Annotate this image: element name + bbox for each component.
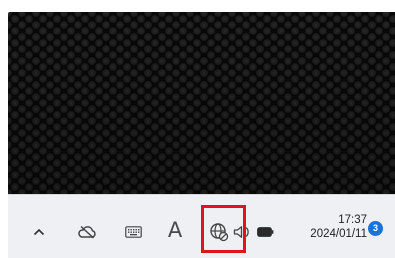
battery-icon: [257, 227, 274, 237]
clock-date: 2024/01/11: [310, 228, 367, 240]
chevron-up-icon: [33, 228, 45, 236]
taskbar: A 17:37 2024/01/11 3: [8, 194, 395, 258]
volume-button[interactable]: [232, 223, 252, 241]
clock-button[interactable]: 17:37 2024/01/11: [285, 213, 367, 241]
touch-keyboard-button[interactable]: [122, 223, 144, 241]
clock-time: 17:37: [338, 214, 367, 226]
battery-button[interactable]: [257, 225, 274, 239]
globe-no-connection-icon: [210, 223, 229, 242]
desktop-wallpaper: [8, 12, 395, 194]
onedrive-cloud-icon: [78, 225, 96, 239]
keyboard-icon: [124, 226, 142, 238]
network-button[interactable]: [207, 221, 231, 243]
notification-badge[interactable]: 3: [368, 221, 383, 236]
onedrive-button[interactable]: [75, 223, 99, 241]
ime-mode-indicator[interactable]: A: [166, 217, 184, 243]
show-hidden-icons-button[interactable]: [30, 223, 48, 241]
speaker-icon: [233, 226, 249, 238]
